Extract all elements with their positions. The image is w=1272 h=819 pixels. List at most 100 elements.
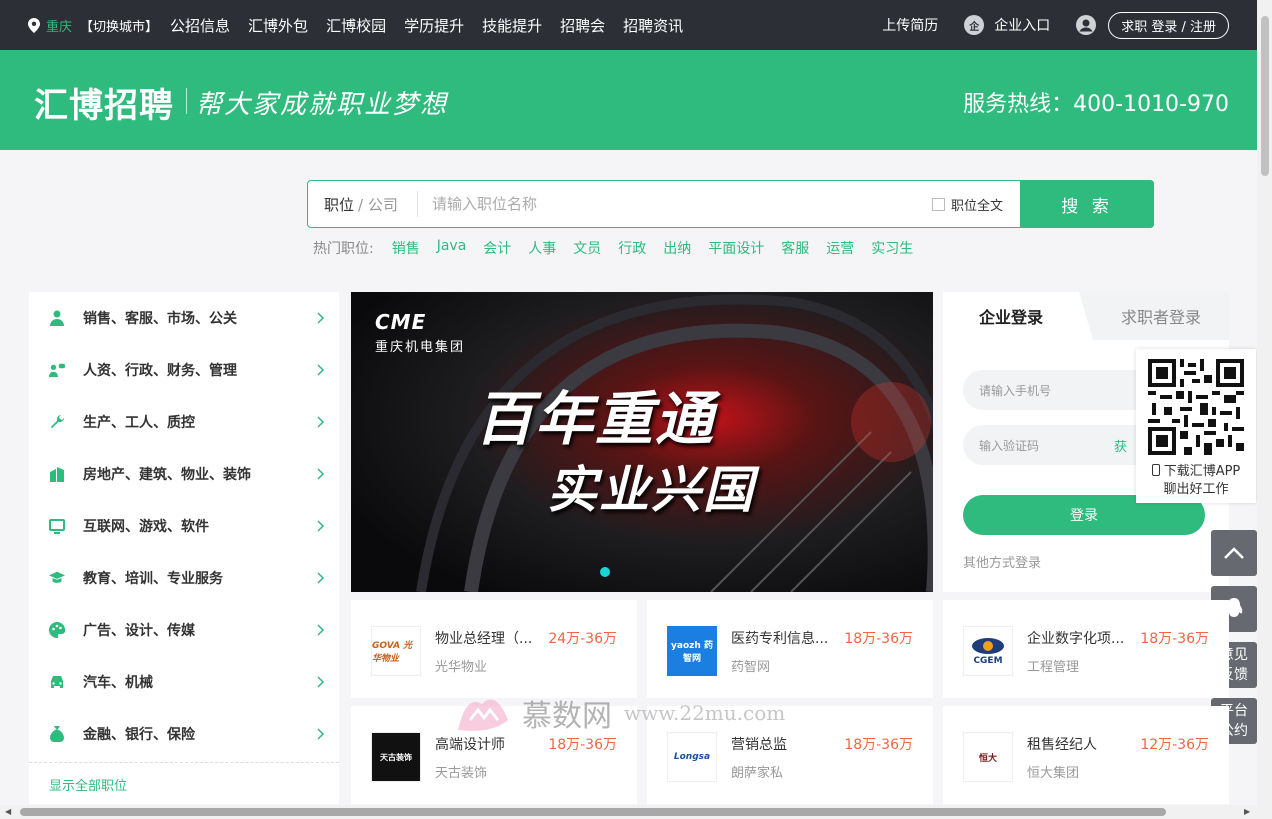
category-label: 金融、银行、保险 [83, 727, 195, 743]
job-card[interactable]: CGEM 企业数字化项... 18万-36万 工程管理 [943, 600, 1229, 698]
fulltext-option[interactable]: 职位全文 [932, 195, 1003, 214]
category-label: 互联网、游戏、软件 [83, 519, 209, 535]
hot-keyword[interactable]: 客服 [781, 238, 809, 258]
vertical-scroll-thumb[interactable] [1261, 16, 1269, 176]
hot-keyword[interactable]: 平面设计 [708, 238, 764, 258]
category-label: 汽车、机械 [83, 675, 153, 691]
logo-divider [186, 88, 187, 114]
category-real-estate[interactable]: 房地产、建筑、物业、装饰 [29, 448, 339, 500]
fulltext-checkbox[interactable] [932, 198, 945, 211]
money-bag-icon [49, 726, 65, 742]
enterprise-entry-label: 企业入口 [994, 18, 1051, 34]
category-label: 广告、设计、传媒 [83, 623, 195, 639]
search-button[interactable]: 搜 索 [1020, 180, 1154, 228]
category-finance[interactable]: 金融、银行、保险 [29, 708, 339, 760]
company-logo: 恒大 [963, 732, 1013, 782]
nav-link-education[interactable]: 学历提升 [404, 15, 464, 36]
chevron-right-icon [317, 520, 325, 532]
site-logo[interactable]: 汇博招聘 [34, 78, 174, 127]
horizontal-scrollbar[interactable]: ◀ ▶ [0, 805, 1272, 819]
hot-keyword[interactable]: 文员 [573, 238, 601, 258]
category-label: 生产、工人、质控 [83, 415, 195, 431]
company-logo-text: 天古装饰 [380, 752, 412, 762]
watermark-url: www.22mu.com [624, 701, 786, 725]
nav-link-outsourcing[interactable]: 汇博外包 [248, 15, 308, 36]
scroll-right-arrow-icon[interactable]: ▶ [1244, 807, 1250, 816]
chevron-right-icon [317, 676, 325, 688]
get-code-link[interactable]: 获 [1114, 436, 1127, 455]
hot-keyword[interactable]: 销售 [392, 238, 420, 258]
hot-keyword[interactable]: 出纳 [663, 238, 691, 258]
company-name: 工程管理 [1027, 660, 1080, 675]
user-avatar-icon[interactable] [1076, 15, 1097, 35]
car-icon [49, 674, 65, 690]
login-register-button[interactable]: 求职 登录 / 注册 [1108, 11, 1229, 39]
horizontal-scroll-thumb[interactable] [20, 808, 1166, 816]
category-production[interactable]: 生产、工人、质控 [29, 396, 339, 448]
search-type-job: 职位 [324, 195, 355, 214]
chevron-right-icon [317, 468, 325, 480]
top-right-actions: 上传简历 企 企业入口 求职 登录 / 注册 [856, 0, 1229, 50]
monitor-icon [49, 518, 65, 534]
job-card[interactable]: 恒大 租售经纪人 12万-36万 恒大集团 [943, 706, 1229, 804]
banner-headline-2: 实业兴国 [547, 461, 755, 519]
company-logo-text: CGEM [973, 656, 1003, 666]
banner-company-name: 重庆机电集团 [375, 340, 466, 355]
search-input[interactable] [432, 195, 912, 213]
city-location[interactable]: 重庆 [28, 16, 72, 35]
qr-code-image [1148, 359, 1244, 455]
category-sales[interactable]: 销售、客服、市场、公关 [29, 292, 339, 344]
user-login-area: 求职 登录 / 注册 [1076, 11, 1229, 39]
category-education[interactable]: 教育、培训、专业服务 [29, 552, 339, 604]
company-name: 恒大集团 [1027, 766, 1080, 781]
service-hotline: 服务热线：400-1010-970 [963, 92, 1229, 117]
hot-keyword[interactable]: 会计 [483, 238, 511, 258]
fulltext-label: 职位全文 [951, 199, 1004, 214]
hot-keyword[interactable]: 行政 [618, 238, 646, 258]
job-card[interactable]: GOVA 光华物业 物业总经理（... 24万-36万 光华物业 [351, 600, 637, 698]
switch-city-link[interactable]: 【切换城市】 [80, 16, 158, 35]
enterprise-icon: 企 [964, 15, 985, 35]
show-all-jobs-link[interactable]: 显示全部职位 [29, 762, 339, 806]
job-salary: 18万-36万 [548, 737, 617, 753]
hot-keyword[interactable]: 实习生 [871, 238, 913, 258]
person-icon [49, 310, 65, 326]
enterprise-entry-link[interactable]: 企 企业入口 [964, 15, 1050, 35]
company-name: 朗萨家私 [731, 766, 784, 781]
app-download-qr[interactable]: 下载汇博APP 聊出好工作 [1136, 349, 1256, 503]
company-logo: GOVA 光华物业 [371, 626, 421, 676]
banner-company-logo: CME 重庆机电集团 [375, 310, 465, 355]
nav-link-news[interactable]: 招聘资讯 [623, 15, 683, 36]
nav-link-skills[interactable]: 技能提升 [482, 15, 542, 36]
hot-keyword[interactable]: Java [437, 238, 467, 258]
tab-seeker-login[interactable]: 求职者登录 [1093, 292, 1229, 340]
job-card[interactable]: yaozh 药智网 医药专利信息... 18万-36万 药智网 [647, 600, 933, 698]
back-to-top-button[interactable] [1211, 530, 1257, 576]
other-login-methods-link[interactable]: 其他方式登录 [963, 552, 1041, 571]
chevron-right-icon [317, 728, 325, 740]
job-salary: 18万-36万 [844, 631, 913, 647]
eye-logo-icon [972, 638, 1004, 654]
nav-link-campus[interactable]: 汇博校园 [326, 15, 386, 36]
upload-resume-link[interactable]: 上传简历 [882, 15, 938, 35]
category-advertising[interactable]: 广告、设计、传媒 [29, 604, 339, 656]
job-search-bar: 职位 / 公司 职位全文 搜 索 [307, 180, 1154, 228]
job-salary: 18万-36万 [1140, 631, 1209, 647]
hot-keyword[interactable]: 运营 [826, 238, 854, 258]
category-internet[interactable]: 互联网、游戏、软件 [29, 500, 339, 552]
hot-keywords-label: 热门职位: [313, 241, 374, 257]
category-hr-admin[interactable]: 人资、行政、财务、管理 [29, 344, 339, 396]
company-logo-text: 恒大 [978, 753, 997, 764]
carousel-indicator-dot[interactable] [600, 567, 610, 577]
hot-keyword[interactable]: 人事 [528, 238, 556, 258]
promo-banner[interactable]: CME 重庆机电集团 百年重通 实业兴国 [351, 292, 933, 592]
people-icon [49, 362, 65, 378]
category-automotive[interactable]: 汽车、机械 [29, 656, 339, 708]
company-logo-text: yaozh 药智网 [671, 641, 713, 664]
scroll-left-arrow-icon[interactable]: ◀ [5, 807, 11, 816]
tab-enterprise-login[interactable]: 企业登录 [943, 292, 1093, 340]
vertical-scrollbar[interactable] [1257, 0, 1272, 805]
search-type-selector[interactable]: 职位 / 公司 [308, 191, 418, 217]
nav-link-public-recruit[interactable]: 公招信息 [170, 15, 230, 36]
nav-link-job-fair[interactable]: 招聘会 [560, 15, 605, 36]
